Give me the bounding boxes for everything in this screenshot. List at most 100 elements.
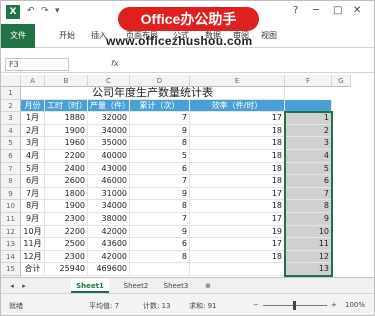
selected-cell[interactable]: 10 [285,225,332,239]
table-cell[interactable]: 34000 [88,200,130,213]
name-box[interactable]: F3 [5,58,69,71]
total-cell[interactable]: 合计 [21,263,45,276]
table-cell[interactable]: 10月 [21,225,45,239]
table-cell[interactable]: 1800 [45,187,88,201]
table-cell[interactable]: 32000 [88,112,130,125]
select-all-corner[interactable] [1,75,21,87]
tab-home[interactable]: 开始 [59,30,75,41]
row-header[interactable]: 1 [1,87,21,100]
tab-file[interactable]: 文件 [1,24,35,48]
row-header[interactable]: 5 [1,137,21,150]
table-cell[interactable]: 1月 [21,112,45,125]
sheet-tab-1[interactable]: Sheet1 [71,279,109,293]
customize-qat-icon[interactable]: ▾ [55,6,60,16]
row-header[interactable]: 3 [1,112,21,125]
row-header[interactable]: 9 [1,187,21,201]
selected-cell[interactable]: 6 [285,175,332,188]
sheet-tab-3[interactable]: Sheet3 [157,279,195,293]
table-cell[interactable]: 42000 [88,250,130,264]
table-cell[interactable]: 5 [130,150,190,163]
table-cell[interactable]: 40000 [88,150,130,163]
selected-cell[interactable]: 7 [285,187,332,201]
table-cell[interactable]: 7 [130,112,190,125]
table-cell[interactable]: 2500 [45,238,88,251]
table-cell[interactable]: 12月 [21,250,45,264]
row-header[interactable]: 14 [1,250,21,264]
selected-cell[interactable]: 13 [285,263,332,276]
total-cell[interactable]: 25940 [45,263,88,276]
table-cell[interactable]: 43600 [88,238,130,251]
row-header[interactable]: 8 [1,175,21,188]
table-cell[interactable]: 17 [190,112,285,125]
table-cell[interactable]: 18 [190,124,285,138]
row-header[interactable]: 10 [1,200,21,213]
maximize-icon[interactable]: □ [333,5,342,16]
fx-icon[interactable]: fx [111,59,119,68]
table-cell[interactable]: 17 [190,187,285,201]
table-cell[interactable]: 1900 [45,124,88,138]
table-cell[interactable]: 18 [190,162,285,176]
table-cell[interactable]: 19 [190,225,285,239]
sheet-tab-2[interactable]: Sheet2 [117,279,155,293]
selected-cell[interactable]: 3 [285,137,332,150]
zoom-level[interactable]: 100% [345,301,365,309]
column-header-a[interactable]: A [21,75,45,87]
add-sheet-icon[interactable]: ⊕ [201,279,215,293]
table-cell[interactable]: 4月 [21,150,45,163]
table-cell[interactable]: 8 [130,137,190,150]
table-cell[interactable]: 6 [130,162,190,176]
table-cell[interactable]: 1960 [45,137,88,150]
table-cell[interactable]: 2300 [45,250,88,264]
table-cell[interactable]: 18 [190,175,285,188]
tab-view[interactable]: 视图 [261,30,277,41]
row-header[interactable]: 15 [1,263,21,276]
selected-cell[interactable]: 5 [285,162,332,176]
table-cell[interactable]: 18 [190,200,285,213]
table-cell[interactable]: 2200 [45,225,88,239]
column-header-b[interactable]: B [45,75,88,87]
table-cell[interactable]: 31000 [88,187,130,201]
zoom-in-icon[interactable]: + [331,301,337,309]
help-icon[interactable]: ? [293,5,298,16]
table-cell[interactable]: 46000 [88,175,130,188]
row-header[interactable]: 2 [1,99,21,113]
redo-icon[interactable]: ↷ [41,6,49,16]
selected-cell[interactable]: 8 [285,200,332,213]
table-cell[interactable]: 17 [190,213,285,226]
table-cell[interactable]: 7月 [21,187,45,201]
table-cell[interactable]: 2400 [45,162,88,176]
table-cell[interactable]: 1880 [45,112,88,125]
table-cell[interactable]: 8 [130,200,190,213]
table-cell[interactable]: 34000 [88,124,130,138]
column-header-e[interactable]: E [190,75,285,87]
table-cell[interactable]: 1900 [45,200,88,213]
table-cell[interactable]: 18 [190,150,285,163]
table-cell[interactable]: 9月 [21,213,45,226]
table-cell[interactable]: 17 [190,238,285,251]
row-header[interactable]: 12 [1,225,21,239]
table-cell[interactable]: 43000 [88,162,130,176]
table-cell[interactable]: 11月 [21,238,45,251]
table-cell[interactable]: 2月 [21,124,45,138]
selected-cell[interactable]: 1 [285,112,332,125]
table-cell[interactable]: 9 [130,187,190,201]
table-cell[interactable]: 38000 [88,213,130,226]
table-cell[interactable]: 9 [130,124,190,138]
column-header-d[interactable]: D [130,75,190,87]
table-cell[interactable]: 6月 [21,175,45,188]
table-cell[interactable]: 7 [130,175,190,188]
total-cell[interactable] [130,263,190,276]
close-icon[interactable]: ✕ [353,5,361,16]
column-header-c[interactable]: C [88,75,130,87]
scroll-right-icon[interactable]: ▸ [19,279,29,293]
table-cell[interactable]: 2600 [45,175,88,188]
table-cell[interactable]: 6 [130,238,190,251]
column-header-g[interactable]: G [332,75,351,87]
zoom-slider-handle[interactable] [293,301,296,310]
table-cell[interactable]: 9 [130,225,190,239]
table-cell[interactable]: 2300 [45,213,88,226]
row-header[interactable]: 13 [1,238,21,251]
table-cell[interactable]: 5月 [21,162,45,176]
table-cell[interactable]: 42000 [88,225,130,239]
selected-cell[interactable]: 4 [285,150,332,163]
